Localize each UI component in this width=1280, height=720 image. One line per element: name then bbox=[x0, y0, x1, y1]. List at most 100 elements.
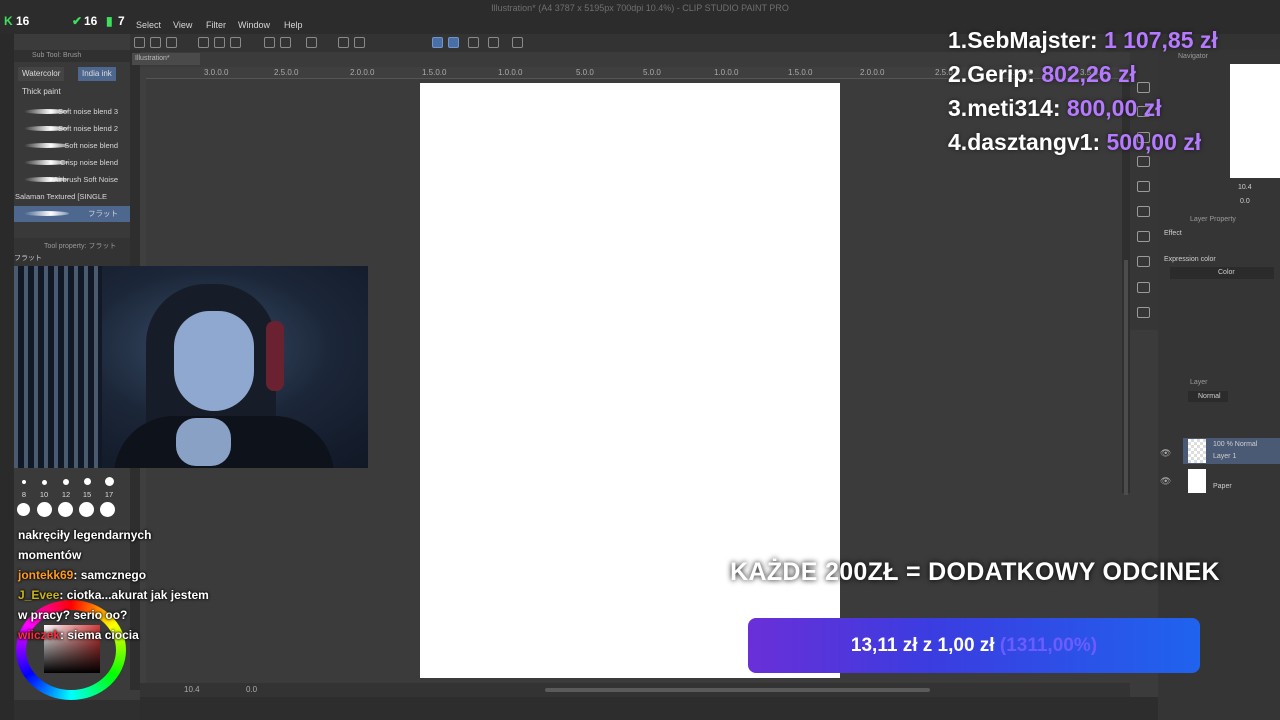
navigator-rotate[interactable]: 0.0 bbox=[1240, 198, 1250, 205]
panel-toggle-icon[interactable] bbox=[1137, 256, 1150, 267]
stat-icon-b: ✔ bbox=[72, 14, 83, 28]
menu-view[interactable]: View bbox=[173, 20, 192, 30]
size-label: 10 bbox=[39, 490, 49, 499]
chat-message: w pracy? serio oo? bbox=[18, 608, 128, 622]
blend-mode-select[interactable]: Normal bbox=[1188, 391, 1228, 402]
layer-property-label: Layer Property bbox=[1190, 216, 1236, 223]
webcam-overlay bbox=[14, 266, 368, 468]
size-dot[interactable] bbox=[79, 502, 94, 517]
new-icon[interactable] bbox=[150, 37, 161, 48]
subtool-panel: Sub Tool: Brush Watercolor India ink Thi… bbox=[14, 50, 130, 260]
snap-ruler-icon[interactable] bbox=[432, 37, 443, 48]
panel-toggle-icon[interactable] bbox=[1137, 282, 1150, 293]
stat-icon-c: ▮ bbox=[106, 14, 113, 28]
size-dot[interactable] bbox=[105, 477, 114, 486]
size-label: 17 bbox=[104, 490, 114, 499]
goal-title: KAŻDE 200ZŁ = DODATKOWY ODCINEK bbox=[730, 558, 1220, 586]
vertical-scroll-thumb[interactable] bbox=[1124, 260, 1128, 495]
tool-column bbox=[0, 34, 14, 720]
device-icon[interactable] bbox=[488, 37, 499, 48]
menu-window[interactable]: Window bbox=[238, 20, 270, 30]
menu-select[interactable]: Select bbox=[136, 20, 161, 30]
donor-entry: 1.SebMajster: 1 107,85 zł bbox=[948, 27, 1218, 53]
horizontal-scroll-thumb[interactable] bbox=[545, 688, 930, 692]
stat-a: 16 bbox=[16, 14, 30, 28]
navigator-zoom[interactable]: 10.4 bbox=[1238, 184, 1252, 191]
size-dot[interactable] bbox=[22, 480, 26, 484]
donor-entry: 3.meti314: 800,00 zł bbox=[948, 95, 1162, 121]
layer-row[interactable]: Paper bbox=[1183, 468, 1280, 494]
panel-toggle-icon[interactable] bbox=[1137, 307, 1150, 318]
transform-icon[interactable] bbox=[354, 37, 365, 48]
menu-filter[interactable]: Filter bbox=[206, 20, 226, 30]
document-tab[interactable]: Illustration* bbox=[132, 53, 200, 65]
bottom-bar bbox=[140, 697, 1280, 720]
save-icon[interactable] bbox=[198, 37, 209, 48]
size-label: 12 bbox=[61, 490, 71, 499]
brush-item[interactable]: Soft noise blend 3 bbox=[14, 104, 130, 120]
brush-item[interactable]: Airbrush Soft Noise bbox=[14, 172, 130, 188]
fill-icon[interactable] bbox=[338, 37, 349, 48]
zoom-value[interactable]: 10.4 bbox=[184, 685, 200, 694]
tool-property-name: フラット bbox=[14, 255, 42, 262]
size-dot[interactable] bbox=[58, 502, 73, 517]
donor-entry: 2.Gerip: 802,26 zł bbox=[948, 61, 1136, 87]
layer-info: 100 % Normal bbox=[1213, 441, 1258, 448]
brush-item-selected[interactable]: フラット bbox=[14, 206, 130, 222]
top-donors-overlay: 1.SebMajster: 1 107,85 zł 2.Gerip: 802,2… bbox=[948, 27, 1280, 163]
export-icon[interactable] bbox=[214, 37, 225, 48]
angle-value[interactable]: 0.0 bbox=[246, 685, 257, 694]
tab-watercolor[interactable]: Watercolor bbox=[18, 67, 65, 81]
brush-item[interactable]: Crisp noise blend bbox=[14, 155, 130, 171]
undo-icon[interactable] bbox=[264, 37, 275, 48]
eye-icon[interactable]: 👁 bbox=[1160, 476, 1171, 487]
effect-label: Effect bbox=[1164, 230, 1182, 237]
donor-entry: 4.dasztangv1: 500,00 zł bbox=[948, 129, 1202, 155]
chat-message: J_Evee: ciotka...akurat jak jestem bbox=[18, 588, 209, 602]
size-dot[interactable] bbox=[17, 503, 30, 516]
chat-message: jontekk69: samcznego bbox=[18, 568, 147, 582]
layer-thumbnail bbox=[1188, 439, 1206, 463]
settings-icon[interactable] bbox=[512, 37, 523, 48]
menu-icon[interactable] bbox=[134, 37, 145, 48]
chat-message: wiiczek: siema ciocia bbox=[18, 628, 139, 642]
open-icon[interactable] bbox=[166, 37, 177, 48]
clear-icon[interactable] bbox=[306, 37, 317, 48]
chat-message: momentów bbox=[18, 548, 82, 562]
size-dot[interactable] bbox=[100, 502, 115, 517]
goal-progress-text: 13,11 zł z 1,00 zł (1311,00%) bbox=[850, 635, 1098, 656]
size-dot[interactable] bbox=[84, 478, 91, 485]
tool-property-panel: Tool property: フラット フラット bbox=[14, 238, 130, 268]
stream-stats: K 16 ✔ 16 ▮ 7 bbox=[0, 14, 135, 32]
size-label: 15 bbox=[82, 490, 92, 499]
subtool-header: Sub Tool: Brush bbox=[14, 50, 130, 62]
title-bar: Illustration* (A4 3787 x 5195px 700dpi 1… bbox=[0, 0, 1280, 17]
stat-icon-a: K bbox=[4, 14, 13, 28]
redo-icon[interactable] bbox=[280, 37, 291, 48]
tool-property-header: Tool property: フラット bbox=[44, 243, 117, 250]
panel-toggle-icon[interactable] bbox=[1137, 181, 1150, 192]
expression-color-select[interactable]: Color bbox=[1170, 267, 1274, 279]
ruler-icon[interactable] bbox=[468, 37, 479, 48]
stat-c: 7 bbox=[118, 14, 125, 28]
size-dot[interactable] bbox=[63, 479, 69, 485]
panel-toggle-icon[interactable] bbox=[1137, 231, 1150, 242]
layer-name: Paper bbox=[1213, 483, 1232, 490]
snap-grid-icon[interactable] bbox=[448, 37, 459, 48]
eye-icon[interactable]: 👁 bbox=[1160, 448, 1171, 459]
tab-india-ink[interactable]: India ink bbox=[78, 67, 116, 81]
brush-item[interactable]: Soft noise blend bbox=[14, 138, 130, 154]
layer-panel-label: Layer bbox=[1190, 379, 1208, 386]
brush-item[interactable]: Salaman Textured [SINGLE B... bbox=[14, 189, 130, 217]
bottom-left-bar bbox=[14, 700, 140, 720]
window-title: Illustration* (A4 3787 x 5195px 700dpi 1… bbox=[491, 3, 789, 13]
menu-help[interactable]: Help bbox=[284, 20, 303, 30]
size-dot[interactable] bbox=[37, 502, 52, 517]
size-dot[interactable] bbox=[42, 480, 47, 485]
chat-overlay: nakręciły legendarnych momentów jontekk6… bbox=[14, 525, 264, 655]
layer-row-selected[interactable]: 100 % Normal Layer 1 bbox=[1183, 438, 1280, 464]
brush-item[interactable]: Soft noise blend 2 bbox=[14, 121, 130, 137]
panel-toggle-icon[interactable] bbox=[1137, 206, 1150, 217]
print-icon[interactable] bbox=[230, 37, 241, 48]
tab-thick-paint[interactable]: Thick paint bbox=[18, 85, 65, 99]
